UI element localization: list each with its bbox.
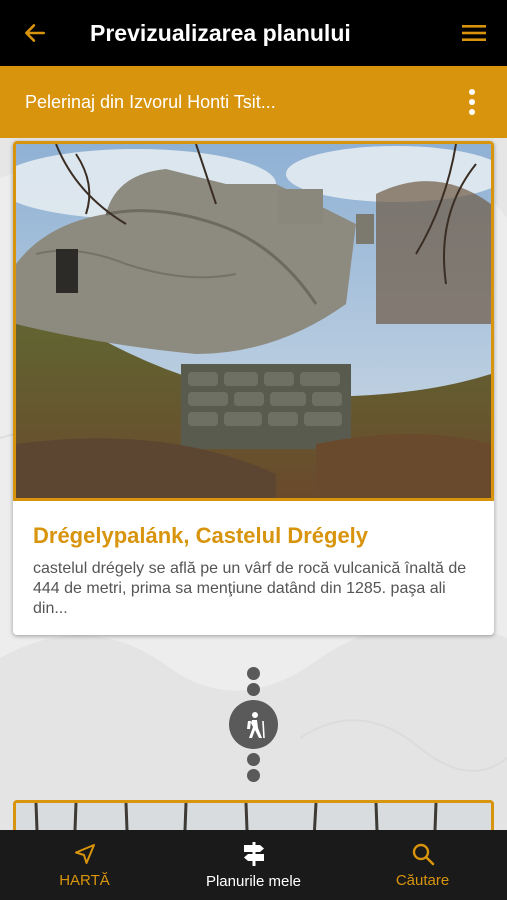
signpost-icon: [243, 841, 264, 866]
arrow-left-icon: [25, 24, 45, 42]
nav-search[interactable]: Căutare: [338, 830, 507, 900]
nav-my-plans-label: Planurile mele: [205, 872, 302, 890]
page-title: Previzualizarea planului: [90, 19, 351, 46]
plan-header-bar: Pelerinaj din Izvorul Honti Tsit...: [0, 66, 507, 138]
stop-description: castelul drégely se află pe un vârf de r…: [33, 560, 467, 617]
plan-options-button[interactable]: [437, 66, 507, 138]
plan-preview-list[interactable]: Drégelypalánk, Castelul Drégely castelul…: [0, 138, 507, 830]
back-button[interactable]: [0, 0, 70, 66]
hamburger-menu-icon: [462, 25, 486, 41]
search-icon: [412, 843, 434, 865]
nav-my-plans[interactable]: Planurile mele: [169, 830, 338, 900]
route-dot: [247, 753, 260, 766]
stop-card[interactable]: Drégelypalánk, Castelul Drégely castelul…: [13, 141, 494, 635]
top-app-bar: Previzualizarea planului: [0, 0, 507, 66]
nav-map-label: HARTĂ: [59, 871, 110, 889]
hiking-icon: [229, 700, 278, 749]
route-dot: [247, 769, 260, 782]
nav-search-label: Căutare: [395, 871, 450, 889]
stop-title: Drégelypalánk, Castelul Drégely: [33, 523, 369, 548]
more-vertical-icon: [469, 89, 475, 115]
navigation-arrow-icon: [74, 843, 95, 864]
stop-photo: [13, 141, 494, 501]
stop-card-next[interactable]: [13, 800, 494, 830]
route-connector: [0, 663, 507, 783]
stop-photo-next: [16, 803, 491, 830]
menu-button[interactable]: [441, 0, 507, 66]
bottom-navigation: HARTĂ Planurile mele Căutare: [0, 830, 507, 900]
route-dot: [247, 683, 260, 696]
nav-map[interactable]: HARTĂ: [0, 830, 169, 900]
plan-title: Pelerinaj din Izvorul Honti Tsit...: [25, 91, 276, 112]
route-dot: [247, 667, 260, 680]
